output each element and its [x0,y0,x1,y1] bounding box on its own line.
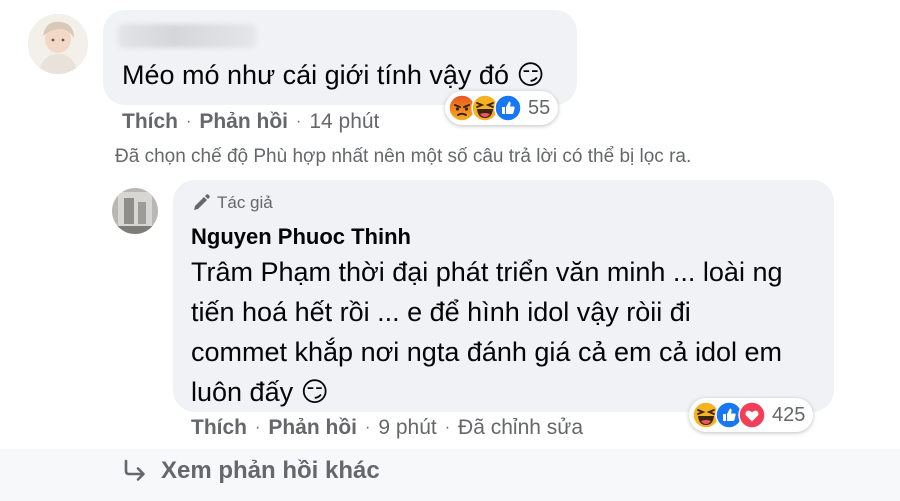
filter-notice: Đã chọn chế độ Phù hợp nhất nên một số c… [115,146,692,167]
redacted-author-name [118,24,256,48]
reply-text-line: Trâm Phạm thời đại phát triển văn minh .… [191,257,783,287]
reply-text: Trâm Phạm thời đại phát triển văn minh .… [191,252,782,412]
commenter-avatar[interactable] [28,14,88,74]
reply-author-name[interactable]: Nguyen Phuoc Thinh [191,224,411,250]
more-replies-label[interactable]: Xem phản hồi khác [161,457,380,485]
reaction-count: 55 [528,96,551,119]
reply-button[interactable]: Phản hồi [199,110,288,134]
separator-dot: · [255,419,261,436]
like-reaction-icon [494,94,522,122]
reply-text-line: commet khắp nơi ngta đánh giá cả em cả i… [191,337,783,367]
reply-reaction-summary[interactable]: 425 [689,398,814,432]
comment-text: Méo mó như cái giới tính vậy đó 😏 [122,60,545,90]
separator-dot: · [296,113,302,130]
reply-button[interactable]: Phản hồi [268,416,357,440]
edited-label[interactable]: Đã chỉnh sửa [458,416,583,440]
comment-reaction-summary[interactable]: 55 [445,91,559,125]
pencil-icon [191,193,211,213]
reply-arrow-icon [121,457,149,485]
author-badge: Tác giả [191,193,273,213]
like-button[interactable]: Thích [191,416,247,440]
comment-timestamp[interactable]: 14 phút [309,110,379,134]
love-reaction-icon [738,401,766,429]
separator-dot: · [186,113,192,130]
separator-dot: · [365,419,371,436]
reply-actions: Thích · Phản hồi · 9 phút · Đã chỉnh sửa [191,416,583,440]
separator-dot: · [444,419,451,436]
reply-timestamp[interactable]: 9 phút [378,416,436,440]
reply-author-avatar[interactable] [112,188,158,234]
reaction-count: 425 [772,403,806,426]
comment-actions: Thích · Phản hồi · 14 phút [122,110,379,134]
author-badge-label: Tác giả [217,193,273,212]
like-button[interactable]: Thích [122,110,178,134]
reply-text-line: tiến hoá hết rồi ... e để hình idol vậy … [191,297,691,327]
more-replies-link[interactable]: Xem phản hồi khác [121,457,380,485]
